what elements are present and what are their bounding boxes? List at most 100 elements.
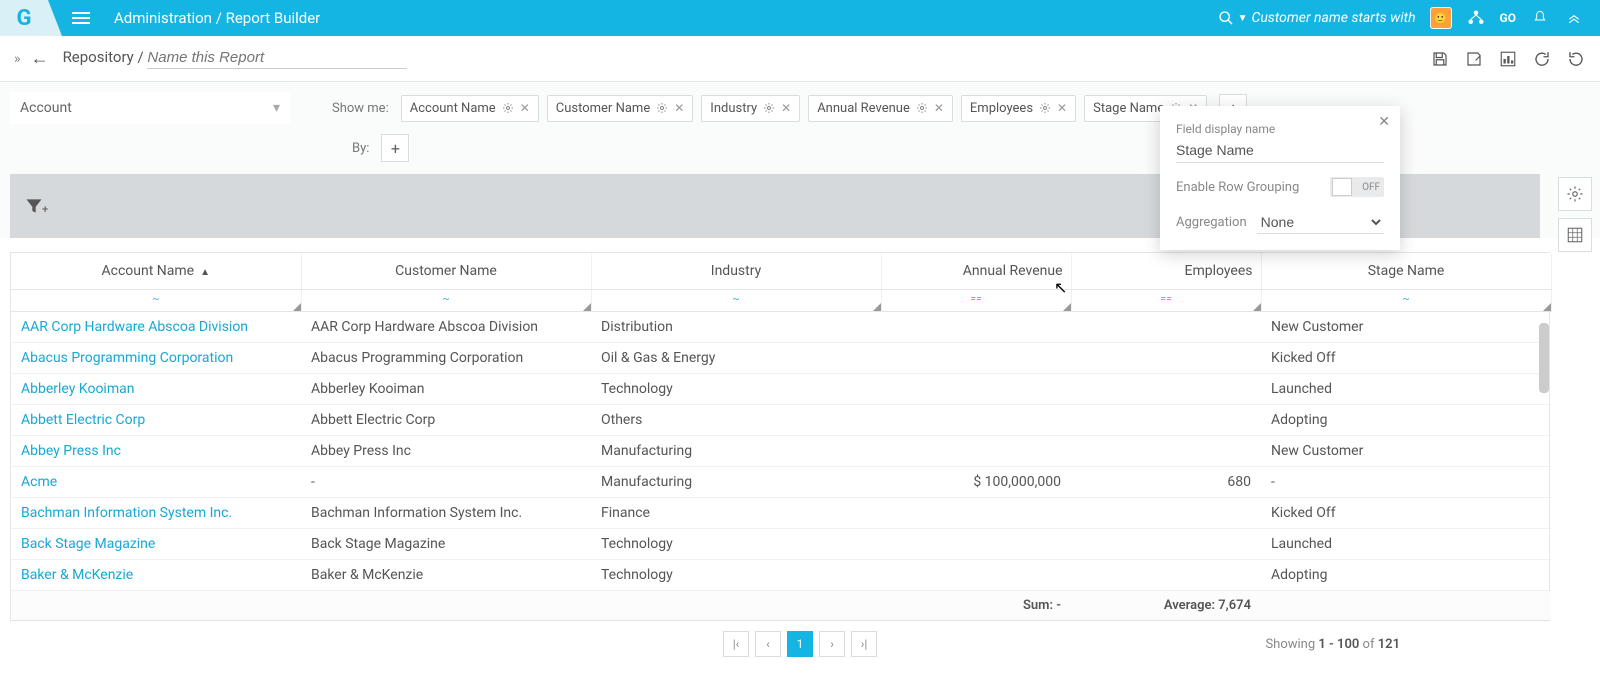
repo-label[interactable]: Repository	[63, 48, 134, 66]
pager-next[interactable]: ›	[819, 631, 845, 657]
pager-first[interactable]: |‹	[723, 631, 749, 657]
close-icon[interactable]: ✕	[1057, 101, 1067, 115]
close-icon[interactable]: ✕	[674, 101, 684, 115]
global-search[interactable]: ▼ Customer name starts with	[1218, 10, 1416, 26]
collapse-up-icon[interactable]	[1564, 8, 1584, 28]
chart-icon[interactable]	[1498, 49, 1518, 69]
menu-icon[interactable]	[72, 9, 90, 27]
gear-icon[interactable]	[763, 102, 775, 114]
logo-wrap: G	[0, 0, 48, 36]
cell-stage: New Customer	[1261, 436, 1551, 467]
expand-right-icon[interactable]: »	[14, 51, 21, 67]
vertical-scrollbar[interactable]	[1539, 323, 1549, 393]
pager-page-current[interactable]: 1	[787, 631, 813, 657]
column-pill[interactable]: Industry ✕	[701, 95, 800, 122]
cell-account[interactable]: Abbey Press Inc	[11, 436, 301, 467]
filter-cell[interactable]: ~	[11, 290, 301, 312]
top-bar: G Administration / Report Builder ▼ Cust…	[0, 0, 1600, 36]
cell-stage: Kicked Off	[1261, 498, 1551, 529]
bell-icon[interactable]	[1530, 8, 1550, 28]
col-header-employees[interactable]: Employees	[1071, 253, 1261, 290]
col-header-industry[interactable]: Industry	[591, 253, 881, 290]
col-header-revenue[interactable]: Annual Revenue	[881, 253, 1071, 290]
undo-icon[interactable]	[1532, 49, 1552, 69]
cell-account[interactable]: Acme	[11, 467, 301, 498]
avatar[interactable]: 🙂	[1430, 7, 1452, 29]
col-header-account[interactable]: Account Name▲	[11, 253, 301, 290]
close-icon[interactable]: ✕	[520, 101, 530, 115]
column-pill[interactable]: Employees ✕	[961, 95, 1076, 122]
column-pill[interactable]: Annual Revenue ✕	[808, 95, 953, 122]
gear-icon[interactable]	[502, 102, 514, 114]
field-display-input[interactable]	[1176, 140, 1384, 163]
gear-icon[interactable]	[1039, 102, 1051, 114]
column-pills: Account Name ✕Customer Name ✕Industry ✕A…	[401, 95, 1208, 122]
cell-account[interactable]: Abacus Programming Corporation	[11, 343, 301, 374]
table-row: Bachman Information System Inc. Bachman …	[11, 498, 1551, 529]
filter-cell[interactable]: ==	[881, 290, 1071, 312]
search-icon	[1218, 10, 1234, 26]
settings-gear-button[interactable]	[1558, 177, 1592, 211]
grid-view-button[interactable]	[1558, 218, 1592, 252]
gear-icon[interactable]	[656, 102, 668, 114]
close-icon[interactable]: ✕	[1378, 114, 1390, 130]
cell-account[interactable]: AAR Corp Hardware Abscoa Division	[11, 312, 301, 343]
field-display-label: Field display name	[1176, 122, 1384, 136]
cell-revenue	[881, 343, 1071, 374]
cell-industry: Finance	[591, 498, 881, 529]
column-pill[interactable]: Account Name ✕	[401, 95, 539, 122]
pager-info: Showing 1 - 100 of 121	[1265, 637, 1400, 652]
cell-employees	[1071, 343, 1261, 374]
cell-customer: Bachman Information System Inc.	[301, 498, 591, 529]
close-icon[interactable]: ✕	[781, 101, 791, 115]
cell-revenue	[881, 374, 1071, 405]
close-icon[interactable]: ✕	[934, 101, 944, 115]
save-icon[interactable]	[1430, 49, 1450, 69]
table-row: Abberley Kooiman Abberley Kooiman Techno…	[11, 374, 1551, 405]
pill-label: Account Name	[410, 101, 496, 116]
table-body: AAR Corp Hardware Abscoa Division AAR Co…	[11, 312, 1551, 591]
row-grouping-toggle[interactable]: OFF	[1330, 177, 1384, 197]
back-arrow-icon[interactable]: ←	[31, 48, 49, 69]
table-row: Abbett Electric Corp Abbett Electric Cor…	[11, 405, 1551, 436]
pill-label: Industry	[710, 101, 757, 116]
table-row: Acme - Manufacturing $ 100,000,000 680 -	[11, 467, 1551, 498]
filter-cell[interactable]: ~	[591, 290, 881, 312]
pager-last[interactable]: ›|	[851, 631, 877, 657]
filter-cell[interactable]: ~	[301, 290, 591, 312]
filter-cell[interactable]: ==	[1071, 290, 1261, 312]
aggregation-select[interactable]: None	[1257, 211, 1384, 234]
breadcrumb[interactable]: Administration / Report Builder	[114, 9, 320, 27]
col-header-stage[interactable]: Stage Name	[1261, 253, 1551, 290]
cell-customer: Baker & McKenzie	[301, 560, 591, 591]
cell-employees: 680	[1071, 467, 1261, 498]
cell-account[interactable]: Bachman Information System Inc.	[11, 498, 301, 529]
column-pill[interactable]: Customer Name ✕	[547, 95, 694, 122]
table-row: Abbey Press Inc Abbey Press Inc Manufact…	[11, 436, 1551, 467]
go-button[interactable]: GO	[1500, 8, 1516, 28]
pill-label: Annual Revenue	[817, 101, 910, 116]
cell-account[interactable]: Abbett Electric Corp	[11, 405, 301, 436]
by-label: By:	[352, 141, 369, 156]
report-name-input[interactable]	[147, 49, 407, 69]
app-logo[interactable]: G	[17, 6, 32, 31]
table-footer-row: Sum: - Average: 7,674	[11, 591, 1551, 621]
table-filter-row: ~ ~ ~ == == ~	[11, 290, 1551, 312]
object-select-value: Account	[20, 100, 72, 116]
cell-revenue	[881, 405, 1071, 436]
filter-icon[interactable]: +	[24, 196, 48, 216]
table-row: AAR Corp Hardware Abscoa Division AAR Co…	[11, 312, 1551, 343]
org-icon[interactable]	[1466, 8, 1486, 28]
cell-account[interactable]: Baker & McKenzie	[11, 560, 301, 591]
save-as-icon[interactable]	[1464, 49, 1484, 69]
cell-account[interactable]: Back Stage Magazine	[11, 529, 301, 560]
cell-account[interactable]: Abberley Kooiman	[11, 374, 301, 405]
pager-prev[interactable]: ‹	[755, 631, 781, 657]
object-select[interactable]: Account ▾	[10, 92, 290, 124]
add-groupby-button[interactable]: +	[381, 134, 409, 162]
redo-icon[interactable]	[1566, 49, 1586, 69]
col-header-customer[interactable]: Customer Name	[301, 253, 591, 290]
gear-icon[interactable]	[916, 102, 928, 114]
table-row: Baker & McKenzie Baker & McKenzie Techno…	[11, 560, 1551, 591]
filter-cell[interactable]: ~	[1261, 290, 1551, 312]
